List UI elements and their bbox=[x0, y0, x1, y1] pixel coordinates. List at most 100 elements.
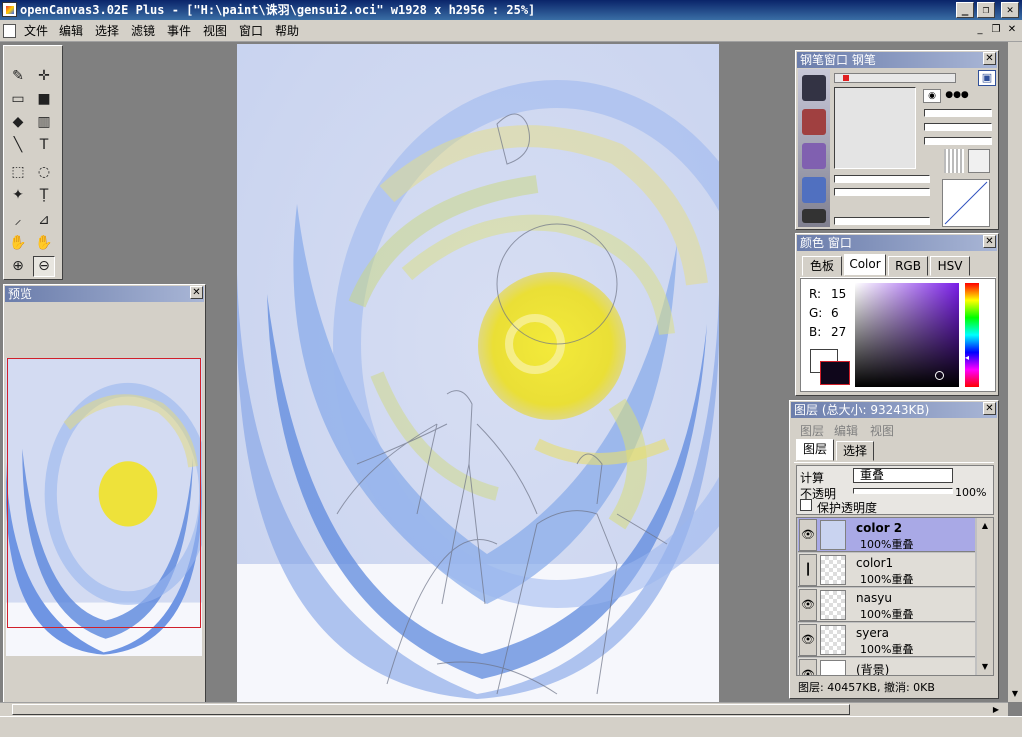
brush-preset-bar[interactable] bbox=[834, 73, 956, 83]
brush-param-slider-3[interactable] bbox=[924, 137, 992, 145]
horizontal-scroll-thumb[interactable] bbox=[12, 704, 850, 715]
eyedropper-tool[interactable]: ⸝ bbox=[7, 210, 29, 231]
fill-rect-tool[interactable]: ■ bbox=[33, 89, 55, 110]
layer-menu-view[interactable]: 视图 bbox=[870, 422, 894, 439]
line-tool[interactable]: ╲ bbox=[7, 135, 29, 156]
vertical-scrollbar[interactable]: ▼ bbox=[1008, 42, 1022, 702]
text-tool[interactable]: T bbox=[33, 135, 55, 156]
app-icon[interactable] bbox=[2, 2, 17, 17]
eye-icon[interactable]: 👁 bbox=[799, 624, 817, 656]
brush-shape-round-icon[interactable]: ◉ bbox=[923, 89, 941, 103]
eye-hidden-icon[interactable]: ┃ bbox=[799, 554, 817, 586]
marquee-tool[interactable]: ⬚ bbox=[7, 162, 29, 183]
brush-opacity-slider[interactable] bbox=[834, 188, 930, 196]
protect-transparency-checkbox[interactable] bbox=[800, 499, 812, 511]
menu-filter[interactable]: 滤镜 bbox=[131, 23, 155, 39]
color-panel-close-button[interactable]: ✕ bbox=[983, 235, 996, 248]
horizontal-scrollbar[interactable]: ▶ bbox=[0, 702, 1008, 716]
close-button[interactable]: ✕ bbox=[1001, 2, 1019, 18]
scroll-up-icon[interactable]: ▲ bbox=[979, 520, 991, 532]
zoom-out-tool[interactable]: ⊖ bbox=[33, 256, 55, 277]
watercolor-brush-icon[interactable] bbox=[802, 143, 826, 169]
layer-thumbnail bbox=[820, 555, 846, 585]
lasso-tool[interactable]: ◌ bbox=[33, 162, 55, 183]
b-value[interactable]: 27 bbox=[831, 325, 846, 339]
tab-selection[interactable]: 选择 bbox=[836, 441, 874, 461]
layer-row-color1[interactable]: ┃ color1 100%重叠 bbox=[798, 553, 975, 587]
airbrush-icon[interactable] bbox=[802, 177, 826, 203]
layer-menu-layer[interactable]: 图层 bbox=[800, 422, 824, 439]
tab-hsv[interactable]: HSV bbox=[930, 256, 970, 276]
layer-panel-close-button[interactable]: ✕ bbox=[983, 402, 996, 415]
brush-panel-close-button[interactable]: ✕ bbox=[983, 52, 996, 65]
brush-param-slider-2[interactable] bbox=[924, 123, 992, 131]
pen-tool[interactable]: ✎ bbox=[7, 66, 29, 87]
layer-row-background[interactable]: 👁 (背景) bbox=[798, 658, 975, 675]
pen-brush-icon[interactable] bbox=[802, 75, 826, 101]
foreground-color-swatch[interactable] bbox=[820, 361, 850, 385]
move-tool[interactable]: ✛ bbox=[33, 66, 55, 87]
layer-row-color-2[interactable]: 👁 color 2 100%重叠 bbox=[798, 518, 975, 552]
tab-swatches[interactable]: 色板 bbox=[802, 256, 842, 276]
mdi-minimize-button[interactable]: _ bbox=[973, 24, 987, 38]
tab-color[interactable]: Color bbox=[844, 254, 886, 276]
restore-button[interactable]: ❐ bbox=[977, 2, 995, 18]
tab-layers[interactable]: 图层 bbox=[796, 439, 834, 461]
brush-preview bbox=[834, 87, 916, 169]
pressure-curve[interactable] bbox=[942, 179, 990, 227]
gradient-tool[interactable]: ▥ bbox=[33, 112, 55, 133]
texture-preview[interactable] bbox=[968, 149, 990, 173]
brush-type-list[interactable] bbox=[798, 69, 830, 227]
preview-viewport-frame[interactable] bbox=[7, 358, 201, 628]
save-icon[interactable]: ▣ bbox=[978, 70, 996, 86]
magic-wand-tool[interactable]: ✦ bbox=[7, 185, 29, 206]
hue-slider[interactable]: ◂ bbox=[965, 283, 979, 387]
bucket-tool[interactable]: ◆ bbox=[7, 112, 29, 133]
brush-size-slider[interactable] bbox=[834, 175, 930, 183]
document-icon[interactable] bbox=[3, 24, 16, 38]
menu-edit[interactable]: 编辑 bbox=[59, 23, 83, 39]
menu-view[interactable]: 视图 bbox=[203, 23, 227, 39]
picker-cursor[interactable] bbox=[935, 371, 944, 380]
rect-select-tool[interactable]: ▭ bbox=[7, 89, 29, 110]
eraser-brush-icon[interactable] bbox=[802, 209, 826, 223]
menu-help[interactable]: 帮助 bbox=[275, 23, 299, 39]
r-value[interactable]: 15 bbox=[831, 287, 846, 301]
preview-thumbnail[interactable] bbox=[6, 358, 202, 656]
brush-param-slider-1[interactable] bbox=[924, 109, 992, 117]
g-value[interactable]: 6 bbox=[831, 306, 839, 320]
rotate-hand-tool[interactable]: ✋ bbox=[33, 233, 55, 254]
menu-window[interactable]: 窗口 bbox=[239, 23, 263, 39]
hand-tool[interactable]: ✋ bbox=[7, 233, 29, 254]
mdi-close-button[interactable]: ✕ bbox=[1005, 24, 1019, 38]
menu-file[interactable]: 文件 bbox=[24, 23, 48, 39]
layer-list-scrollbar[interactable]: ▲ ▼ bbox=[977, 518, 993, 675]
scroll-down-arrow-icon[interactable]: ▼ bbox=[1009, 688, 1021, 700]
pencil-brush-icon[interactable] bbox=[802, 109, 826, 135]
eye-icon[interactable]: 👁 bbox=[799, 589, 817, 621]
scroll-right-arrow-icon[interactable]: ▶ bbox=[990, 704, 1002, 716]
blend-mode-select[interactable]: 重叠 bbox=[853, 468, 953, 483]
layer-mode: 100%重叠 bbox=[860, 538, 914, 551]
eye-icon[interactable]: 👁 bbox=[799, 659, 817, 675]
mdi-restore-button[interactable]: ❐ bbox=[989, 24, 1003, 38]
scroll-down-icon[interactable]: ▼ bbox=[979, 661, 991, 673]
brush-density-slider[interactable] bbox=[834, 217, 930, 225]
menu-select[interactable]: 选择 bbox=[95, 23, 119, 39]
zoom-in-tool[interactable]: ⊕ bbox=[7, 256, 29, 277]
text-mask-tool[interactable]: Ṭ bbox=[33, 185, 55, 206]
brush-shape-dots-icon[interactable]: ●●● bbox=[943, 89, 971, 103]
tab-rgb[interactable]: RGB bbox=[888, 256, 928, 276]
layer-row-syera[interactable]: 👁 syera 100%重叠 bbox=[798, 623, 975, 657]
drawing-canvas[interactable] bbox=[237, 44, 719, 702]
menu-event[interactable]: 事件 bbox=[167, 23, 191, 39]
crop-tool[interactable]: ⊿ bbox=[33, 210, 55, 231]
texture-icon[interactable] bbox=[944, 149, 964, 173]
layer-row-nasyu[interactable]: 👁 nasyu 100%重叠 bbox=[798, 588, 975, 622]
eye-icon[interactable]: 👁 bbox=[799, 519, 817, 551]
layer-menu-edit[interactable]: 编辑 bbox=[834, 422, 858, 439]
opacity-slider[interactable] bbox=[853, 488, 953, 494]
preview-close-button[interactable]: ✕ bbox=[190, 286, 203, 299]
saturation-value-picker[interactable] bbox=[855, 283, 959, 387]
minimize-button[interactable]: _ bbox=[956, 2, 974, 18]
